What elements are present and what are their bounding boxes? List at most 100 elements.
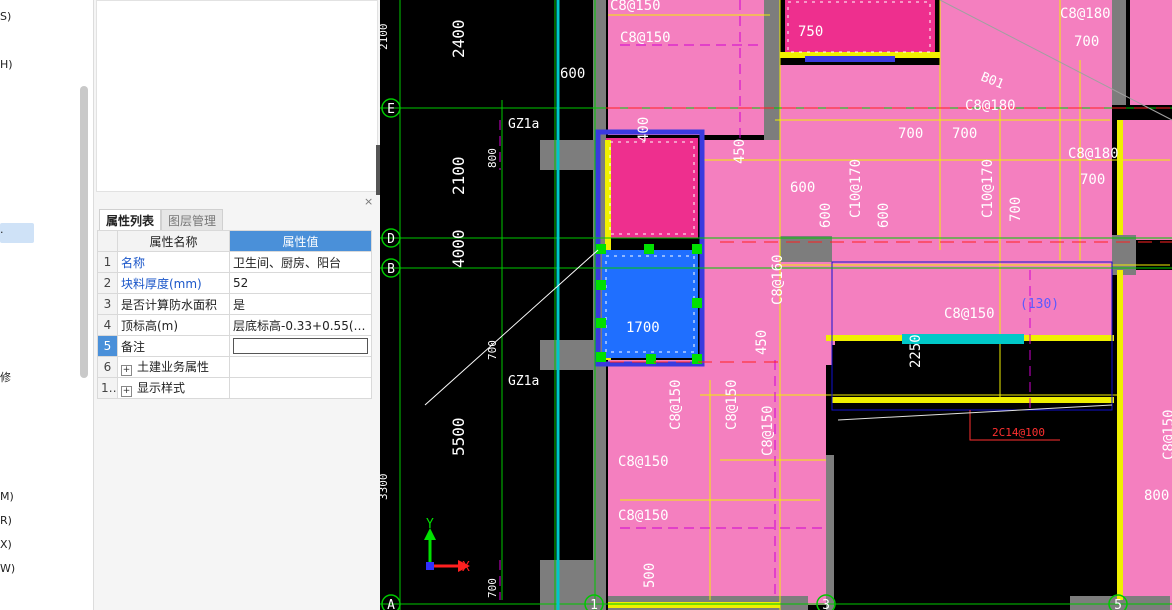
property-value-editor[interactable] bbox=[229, 335, 372, 357]
rebar-label: C8@150 bbox=[724, 379, 740, 430]
thickness-tag: (130) bbox=[1020, 297, 1059, 312]
rebar-label: C8@150 bbox=[618, 508, 669, 524]
dim-2400: 2400 bbox=[449, 19, 468, 58]
axis-label-e: E bbox=[387, 102, 395, 117]
expand-icon[interactable]: + bbox=[121, 386, 132, 397]
dim-label: 400 bbox=[636, 117, 652, 142]
wall-segment[interactable] bbox=[764, 0, 780, 140]
property-value[interactable]: 层底标高-0.33+0.55(4... bbox=[229, 314, 372, 336]
property-name: 顶标高(m) bbox=[117, 314, 230, 336]
wall-segment[interactable] bbox=[1112, 235, 1136, 275]
cad-drawing[interactable]: E D B A 1 3 5 2400 2100 4000 5500 800 70… bbox=[380, 0, 1172, 610]
component-tree-panel: S) H) · 修 M) R) X) W) bbox=[0, 0, 94, 610]
property-value bbox=[229, 356, 372, 378]
slab-region[interactable] bbox=[1130, 0, 1172, 105]
dim-label: 2250 bbox=[908, 334, 924, 368]
property-value[interactable]: 52 bbox=[229, 272, 372, 294]
slab-region[interactable] bbox=[832, 250, 1112, 335]
panel-tabs: 属性列表 图层管理 bbox=[99, 209, 224, 232]
axis-label-5: 5 bbox=[1114, 598, 1122, 610]
tree-item[interactable]: 修 bbox=[0, 369, 11, 385]
rebar-label: C8@150 bbox=[944, 306, 995, 322]
property-value[interactable]: 是 bbox=[229, 293, 372, 315]
slab-region-highlight[interactable] bbox=[606, 138, 698, 238]
slab-region[interactable] bbox=[1120, 120, 1172, 240]
rebar-label: C8@150 bbox=[760, 405, 776, 456]
rebar-label: C8@150 bbox=[618, 454, 669, 470]
tab-property-list[interactable]: 属性列表 bbox=[99, 209, 162, 232]
dim-4000: 4000 bbox=[449, 229, 468, 268]
tree-item-selected[interactable]: · bbox=[0, 223, 34, 243]
column-tag: GZ1a bbox=[508, 117, 539, 132]
dim-top-3300: 3300 bbox=[380, 474, 390, 501]
dim-700: 700 bbox=[486, 340, 499, 360]
property-name: 显示样式 bbox=[137, 381, 186, 395]
dim-label: 700 bbox=[952, 126, 977, 142]
row-number: 10 bbox=[97, 377, 118, 399]
row-number: 6 bbox=[97, 356, 118, 378]
row-number: 4 bbox=[97, 314, 118, 336]
axis-label-3: 3 bbox=[822, 598, 830, 610]
header-property-value: 属性值 bbox=[229, 230, 372, 252]
tree-scrollbar[interactable] bbox=[80, 86, 88, 378]
wall-segment[interactable] bbox=[780, 236, 832, 262]
cad-drawing-canvas[interactable]: E D B A 1 3 5 2400 2100 4000 5500 800 70… bbox=[380, 0, 1172, 610]
property-group[interactable]: + 土建业务属性 bbox=[117, 356, 230, 378]
expand-icon[interactable]: + bbox=[121, 365, 132, 376]
dim-label: 600 bbox=[560, 66, 585, 82]
property-name: 名称 bbox=[117, 251, 230, 273]
dim-label: 800 bbox=[1144, 488, 1169, 504]
property-name: 备注 bbox=[117, 335, 230, 357]
rebar-label: C10@170 bbox=[980, 159, 996, 218]
rebar-label: C8@160 bbox=[770, 254, 786, 305]
property-group[interactable]: + 显示样式 bbox=[117, 377, 230, 399]
tree-item[interactable]: W) bbox=[0, 562, 15, 575]
dim-label: 750 bbox=[798, 24, 823, 40]
table-row[interactable]: 10 + 显示样式 bbox=[97, 377, 372, 399]
remark-input[interactable] bbox=[233, 338, 368, 354]
axis-label-b: B bbox=[387, 262, 395, 277]
blue-bar bbox=[805, 56, 895, 62]
tab-layer-manager[interactable]: 图层管理 bbox=[161, 209, 224, 232]
tree-item[interactable]: S) bbox=[0, 10, 11, 23]
rebar-callout-label: 2C14@100 bbox=[992, 426, 1045, 439]
dim-top-2100: 2100 bbox=[380, 24, 390, 51]
dim-5500: 5500 bbox=[449, 417, 468, 456]
row-number: 3 bbox=[97, 293, 118, 315]
slab-region[interactable] bbox=[608, 0, 780, 135]
table-row[interactable]: 2 块料厚度(mm) 52 bbox=[97, 272, 372, 294]
ucs-y-label: Y bbox=[426, 517, 434, 532]
table-row-selected[interactable]: 5 备注 bbox=[97, 335, 372, 357]
table-row[interactable]: 4 顶标高(m) 层底标高-0.33+0.55(4... bbox=[97, 314, 372, 336]
dim-700b: 700 bbox=[486, 578, 499, 598]
ucs-x-label: X bbox=[462, 560, 470, 575]
table-row[interactable]: 1 名称 卫生间、厨房、阳台 bbox=[97, 251, 372, 273]
selected-room-bathroom[interactable] bbox=[602, 250, 698, 358]
close-icon[interactable]: × bbox=[364, 195, 373, 208]
dim-label: 700 bbox=[1080, 172, 1105, 188]
wall-segment[interactable] bbox=[540, 140, 600, 170]
property-name: 块料厚度(mm) bbox=[117, 272, 230, 294]
tree-item[interactable]: X) bbox=[0, 538, 12, 551]
rebar-label: C8@150 bbox=[620, 30, 671, 46]
tree-item[interactable]: M) bbox=[0, 490, 14, 503]
slab-region[interactable] bbox=[608, 360, 826, 605]
property-value[interactable]: 卫生间、厨房、阳台 bbox=[229, 251, 372, 273]
column-tag: GZ1a bbox=[508, 374, 539, 389]
wall-segment[interactable] bbox=[826, 455, 834, 610]
rebar-label: C10@170 bbox=[848, 159, 864, 218]
dim-label: 600 bbox=[790, 180, 815, 196]
dim-label: 600 bbox=[818, 203, 834, 228]
tree-item[interactable]: H) bbox=[0, 58, 13, 71]
row-number: 5 bbox=[97, 335, 118, 357]
dim-label: 500 bbox=[642, 563, 658, 588]
rebar-label: C8@150 bbox=[610, 0, 661, 14]
property-name: 是否计算防水面积 bbox=[117, 293, 230, 315]
rebar-label: C8@180 bbox=[1060, 6, 1111, 22]
wall-segment[interactable] bbox=[540, 340, 600, 370]
table-row[interactable]: 3 是否计算防水面积 是 bbox=[97, 293, 372, 315]
wall-segment[interactable] bbox=[1112, 0, 1126, 105]
table-row[interactable]: 6 + 土建业务属性 bbox=[97, 356, 372, 378]
tree-item[interactable]: R) bbox=[0, 514, 12, 527]
dim-label: 700 bbox=[1008, 197, 1024, 222]
